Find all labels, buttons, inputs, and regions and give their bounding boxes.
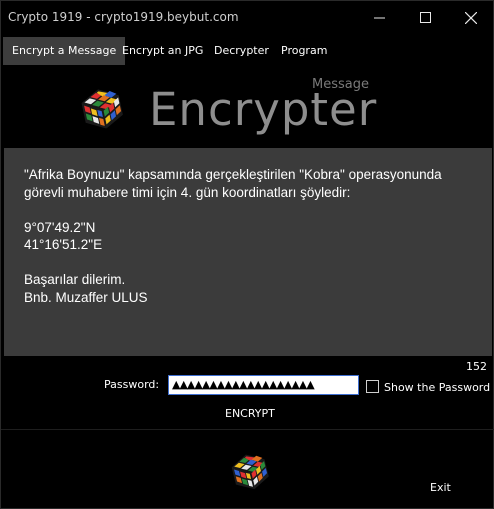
tab-encrypt-message[interactable]: Encrypt a Message [3,37,126,65]
app-window: Crypto 1919 - crypto1919.beybut.com Encr… [0,0,494,509]
window-title: Crypto 1919 - crypto1919.beybut.com [8,10,239,24]
maximize-icon [419,12,431,23]
minimize-button[interactable] [356,1,402,34]
message-paragraph: Başarılar dilerim. Bnb. Muzaffer ULUS [24,272,148,305]
tab-program[interactable]: Program [281,37,327,65]
tab-encrypt-jpg[interactable]: Encrypt an JPG [122,37,203,65]
rubiks-cube-icon [81,89,123,129]
tab-decrypter[interactable]: Decrypter [214,37,269,65]
message-paragraph: 9°07'49.2"N 41°16'51.2"E [24,219,103,253]
exit-button[interactable]: Exit [430,481,451,494]
password-label: Password: [104,378,160,391]
menu-bar: Encrypt a Message Encrypt an JPG Decrypt… [1,37,494,65]
minimize-icon [373,17,385,19]
character-count: 152 [466,360,487,373]
header-title: Encrypter [149,83,378,136]
password-input[interactable]: ▲▲▲▲▲▲▲▲▲▲▲▲▲▲▲▲▲▲▲ [168,375,359,395]
close-button[interactable] [448,1,494,34]
maximize-button[interactable] [402,1,448,34]
rubiks-cube-icon [231,454,269,490]
encrypt-button[interactable]: ENCRYPT [225,407,275,420]
show-password-label[interactable]: Show the Password [384,381,490,394]
footer-divider [1,429,494,430]
message-textarea[interactable]: "Afrika Boynuzu" kapsamında gerçekleştir… [4,148,492,356]
close-icon [465,11,477,24]
message-paragraph: "Afrika Boynuzu" kapsamında gerçekleştir… [24,167,442,200]
title-bar: Crypto 1919 - crypto1919.beybut.com [1,1,494,34]
show-password-checkbox[interactable] [366,380,379,393]
